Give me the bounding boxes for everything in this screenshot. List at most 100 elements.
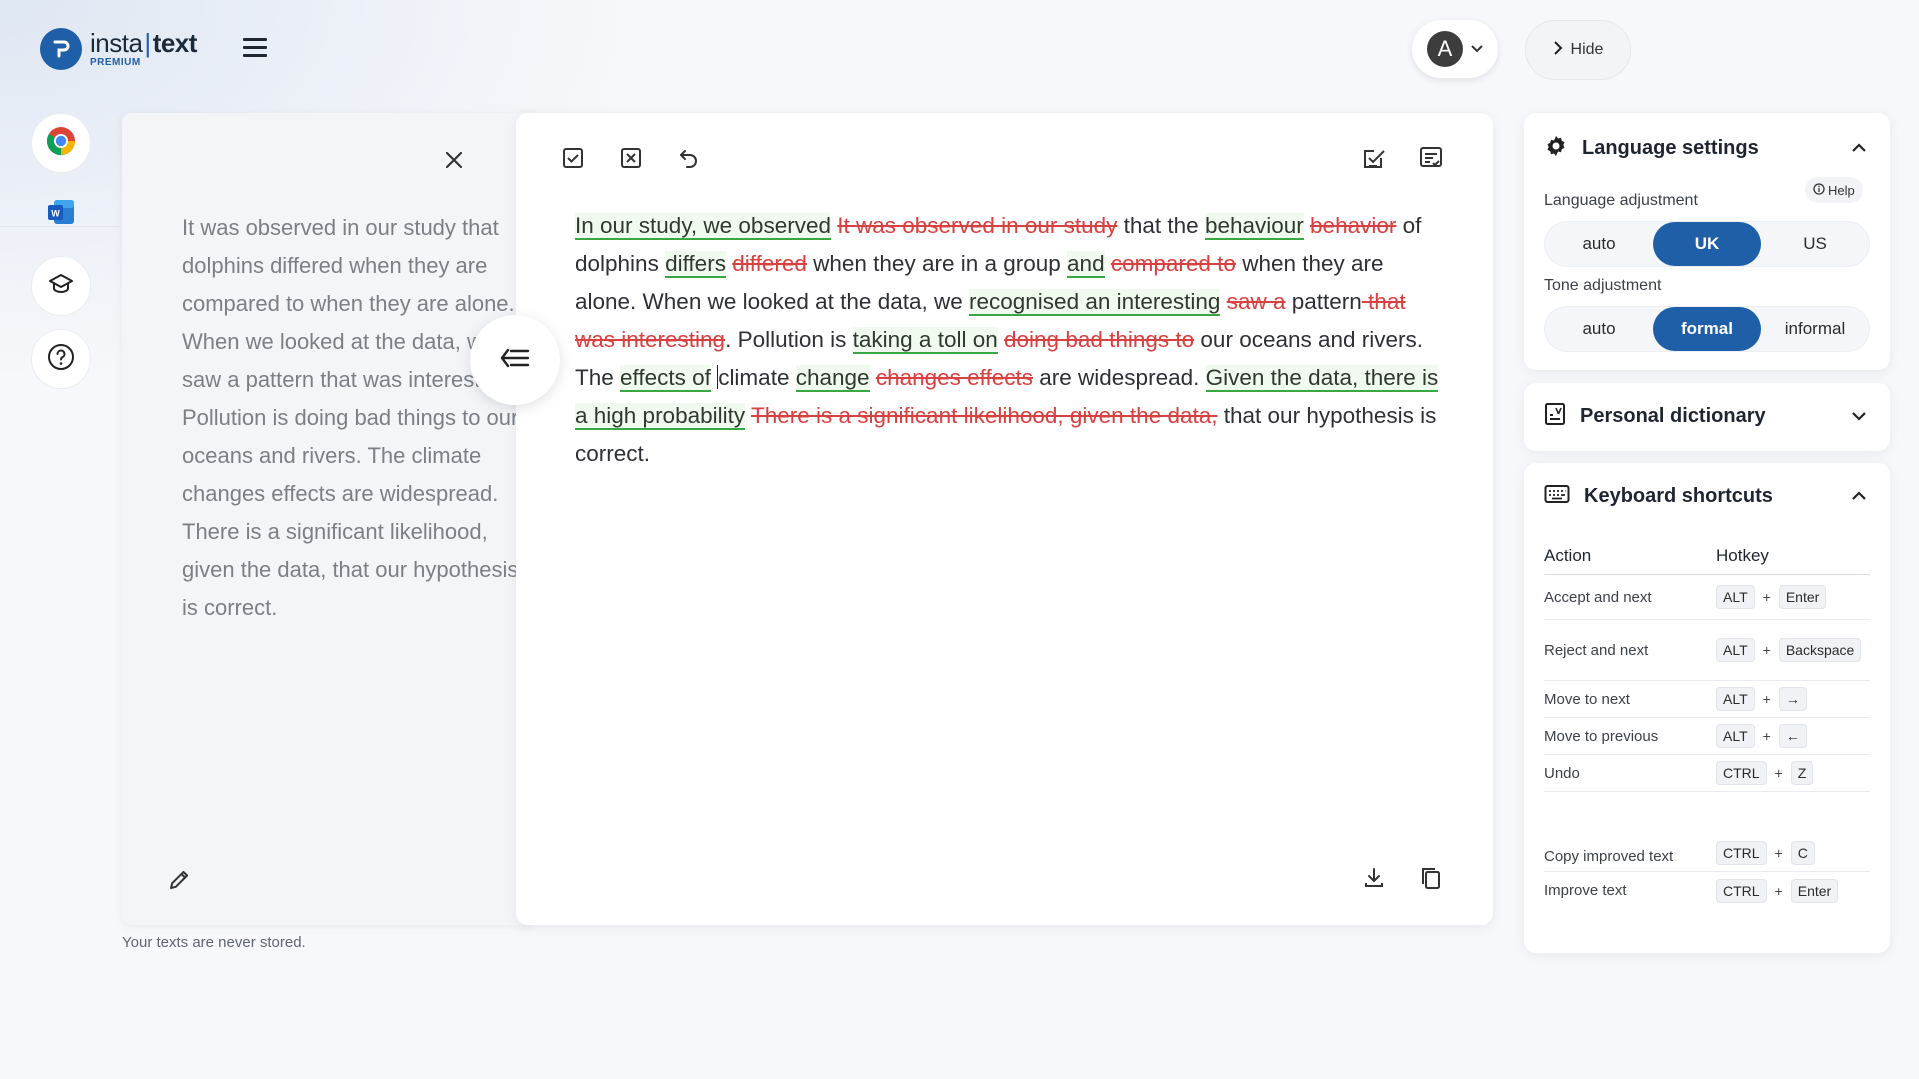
language-adjustment-label: Language adjustment xyxy=(1544,192,1698,209)
plus-sign: + xyxy=(1762,642,1771,658)
pencil-icon[interactable] xyxy=(166,867,192,893)
instatext-logo[interactable]: insta|text PREMIUM xyxy=(40,28,197,70)
suggested-deletion[interactable]: compared to xyxy=(1111,251,1236,276)
text-segment: that the xyxy=(1117,213,1205,238)
question-circle-icon xyxy=(47,343,75,376)
key-cap: ALT xyxy=(1716,724,1755,748)
keyboard-shortcuts-title: Keyboard shortcuts xyxy=(1584,484,1773,507)
tone-option-informal[interactable]: informal xyxy=(1761,307,1869,351)
shortcut-action: Reject and next xyxy=(1544,641,1649,659)
gear-icon xyxy=(1544,134,1568,163)
help-button[interactable] xyxy=(31,329,91,389)
suggested-deletion[interactable]: differed xyxy=(732,251,807,276)
suggested-deletion[interactable]: behavior xyxy=(1310,213,1396,238)
account-menu-button[interactable]: A xyxy=(1412,20,1498,78)
shortcut-row: Copy improved text CTRL + C xyxy=(1544,792,1870,872)
download-button[interactable] xyxy=(1359,865,1389,895)
shortcut-action: Accept and next xyxy=(1544,588,1652,606)
key-cap: Backspace xyxy=(1778,638,1862,662)
tone-option-auto[interactable]: auto xyxy=(1545,307,1653,351)
suggested-insertion[interactable]: differs xyxy=(665,251,726,278)
personal-dictionary-card[interactable]: Personal dictionary xyxy=(1524,383,1890,451)
close-icon[interactable] xyxy=(442,148,466,172)
logo-name-right: text xyxy=(152,28,198,58)
language-option-auto[interactable]: auto xyxy=(1545,222,1653,266)
chrome-extension-button[interactable] xyxy=(31,113,91,173)
undo-button[interactable] xyxy=(674,145,704,175)
check-text-button[interactable] xyxy=(1359,145,1389,175)
key-cap: CTRL xyxy=(1716,761,1767,785)
document-check-icon xyxy=(1361,145,1387,176)
text-segment: . Pollution is xyxy=(725,327,853,352)
key-cap: ← xyxy=(1778,724,1807,748)
plus-sign: + xyxy=(1762,728,1771,744)
key-cap: CTRL xyxy=(1716,841,1767,865)
collapse-original-button[interactable] xyxy=(470,315,560,405)
help-label: Help xyxy=(1828,182,1855,198)
logo-tier: PREMIUM xyxy=(90,57,141,68)
language-settings-title: Language settings xyxy=(1582,136,1759,159)
chevron-down-icon[interactable] xyxy=(1848,405,1870,427)
academy-button[interactable] xyxy=(31,256,91,316)
suggested-deletion[interactable]: It was observed in our study xyxy=(837,213,1117,238)
personal-dictionary-title: Personal dictionary xyxy=(1580,404,1766,427)
dictionary-icon xyxy=(1544,402,1566,431)
copy-icon xyxy=(1419,866,1443,895)
shortcut-row: Move to previous ALT + ← xyxy=(1544,718,1870,755)
key-cap: Z xyxy=(1790,761,1814,785)
suggested-insertion[interactable]: taking a toll on xyxy=(852,327,998,354)
chevron-down-icon xyxy=(1471,42,1483,56)
avatar: A xyxy=(1427,31,1463,67)
key-cap: C xyxy=(1790,841,1815,865)
accept-all-button[interactable] xyxy=(558,145,588,175)
suggested-insertion[interactable]: and xyxy=(1067,251,1105,278)
shortcut-keys: CTRL + Enter xyxy=(1716,878,1866,903)
privacy-note: Your texts are never stored. xyxy=(122,934,306,951)
suggested-deletion[interactable]: changes effects xyxy=(876,365,1033,390)
improved-text-editor: In our study, we observed It was observe… xyxy=(516,113,1493,925)
suggested-deletion[interactable]: doing bad things to xyxy=(1004,327,1194,352)
shortcut-action: Undo xyxy=(1544,764,1580,782)
original-text[interactable]: It was observed in our study that dolphi… xyxy=(182,209,522,649)
shortcut-row: Accept and next ALT + Enter xyxy=(1544,575,1870,620)
chevron-up-icon[interactable] xyxy=(1848,137,1870,159)
language-settings-card: Language settings Language adjustment He… xyxy=(1524,113,1890,370)
tone-selector: auto formal informal xyxy=(1544,306,1870,352)
original-text-panel: It was observed in our study that dolphi… xyxy=(122,113,532,925)
tone-option-formal[interactable]: formal xyxy=(1653,307,1761,351)
suggested-insertion[interactable]: change xyxy=(795,365,870,392)
chevron-right-icon xyxy=(1553,40,1563,60)
improved-text[interactable]: In our study, we observed It was observe… xyxy=(575,207,1445,473)
language-option-uk[interactable]: UK xyxy=(1653,222,1761,266)
shortcut-keys: ALT + Backspace xyxy=(1716,638,1866,662)
shortcut-keys: CTRL + C xyxy=(1716,841,1866,865)
column-hotkey: Hotkey xyxy=(1716,545,1769,565)
copy-button[interactable] xyxy=(1416,865,1446,895)
suggested-insertion[interactable]: effects of xyxy=(620,365,711,392)
chevron-up-icon[interactable] xyxy=(1848,485,1870,507)
shortcuts-table-header: Action Hotkey xyxy=(1544,537,1870,575)
suggested-deletion[interactable]: There is a significant likelihood, given… xyxy=(751,403,1218,428)
shortcuts-table: Action Hotkey Accept and next ALT + Enter Re… xyxy=(1544,537,1870,909)
plus-sign: + xyxy=(1774,765,1783,781)
shortcut-keys: ALT + ← xyxy=(1716,724,1866,748)
suggested-insertion[interactable]: recognised an interesting xyxy=(969,289,1221,316)
summary-button[interactable] xyxy=(1416,145,1446,175)
notes-check-icon xyxy=(1418,145,1444,176)
suggested-deletion[interactable]: saw a xyxy=(1227,289,1286,314)
language-option-us[interactable]: US xyxy=(1761,222,1869,266)
menu-icon[interactable] xyxy=(243,38,267,58)
suggested-insertion[interactable]: In our study, we observed xyxy=(575,213,831,240)
shortcut-action: Copy improved text xyxy=(1544,848,1674,865)
info-icon xyxy=(1813,182,1825,198)
graduation-cap-icon xyxy=(48,272,74,301)
hide-button[interactable]: Hide xyxy=(1525,20,1631,80)
help-chip[interactable]: Help xyxy=(1805,177,1863,203)
text-segment: pattern xyxy=(1285,289,1362,314)
word-addin-button[interactable]: W xyxy=(31,184,91,244)
shortcut-keys: CTRL + Z xyxy=(1716,761,1866,785)
suggested-insertion[interactable]: behaviour xyxy=(1204,213,1304,240)
shortcut-row: Improve text CTRL + Enter xyxy=(1544,872,1870,909)
logo-name-left: insta xyxy=(90,28,143,58)
reject-all-button[interactable] xyxy=(616,145,646,175)
